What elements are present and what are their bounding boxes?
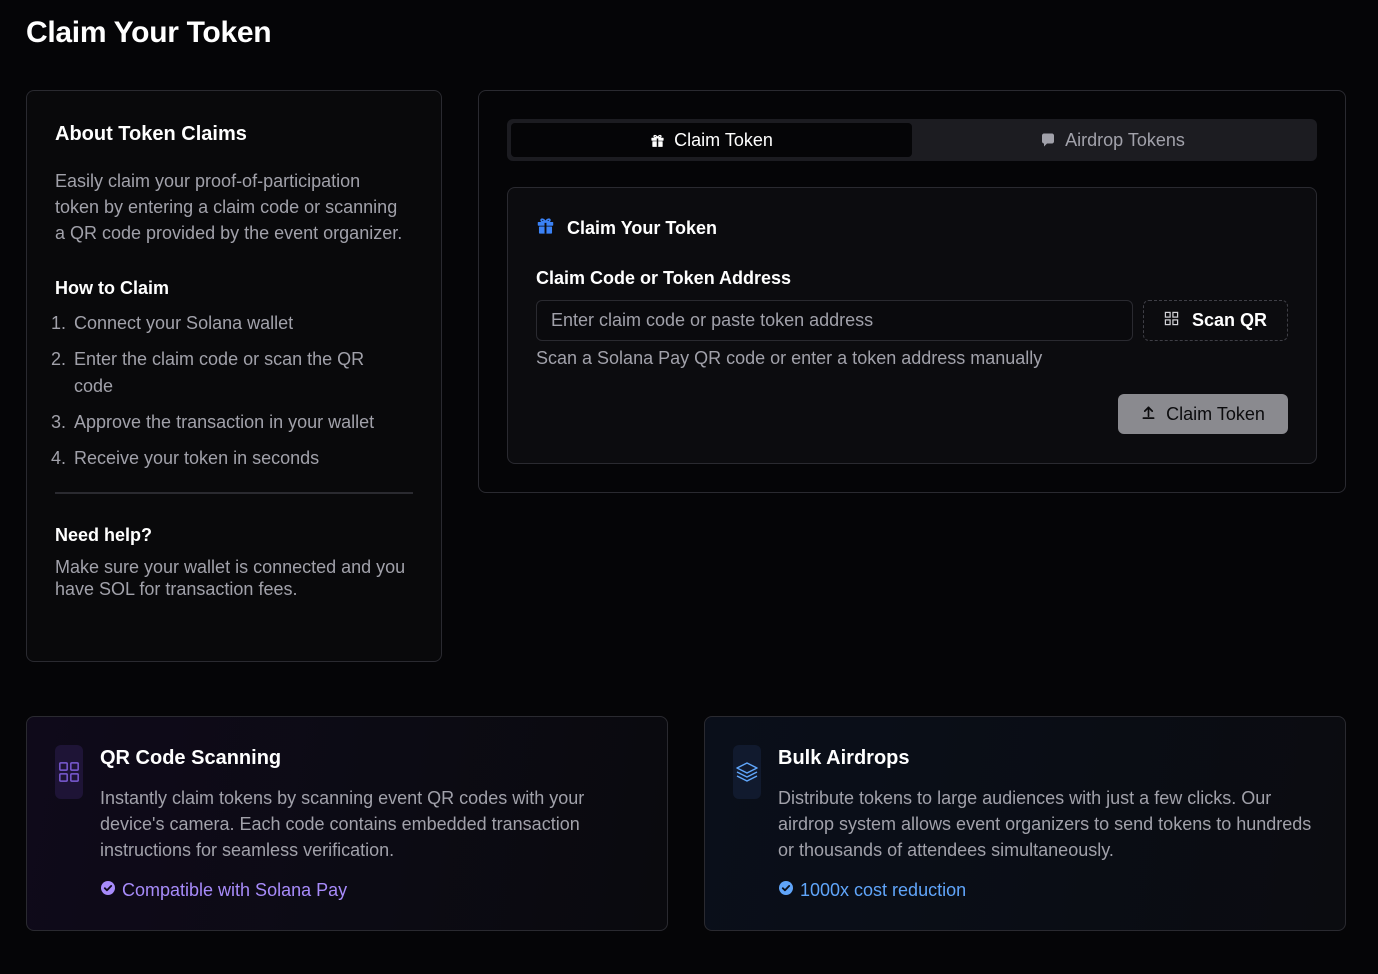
claim-panel: Claim Token Airdrop Tokens Claim Your To… — [478, 90, 1346, 493]
qr-grid-icon — [1164, 310, 1179, 331]
gift-icon — [536, 216, 555, 240]
claim-code-label: Claim Code or Token Address — [536, 268, 792, 288]
feature-title: QR Code Scanning — [100, 747, 282, 769]
step-number: 1. — [51, 313, 67, 333]
chat-bubble-icon — [1040, 132, 1056, 148]
claim-form-title: Claim Your Token — [567, 217, 718, 238]
step-number: 4. — [51, 448, 67, 468]
about-title: About Token Claims — [55, 123, 247, 145]
divider — [55, 492, 413, 494]
claim-token-button[interactable]: Claim Token — [1118, 394, 1288, 434]
claim-hint: Scan a Solana Pay QR code or enter a tok… — [536, 348, 1043, 368]
tab-label: Airdrop Tokens — [1065, 129, 1185, 150]
tab-airdrop-tokens[interactable]: Airdrop Tokens — [912, 123, 1313, 157]
scan-qr-label: Scan QR — [1191, 310, 1268, 330]
tab-label: Claim Token — [674, 129, 773, 150]
step-text: Connect your Solana wallet — [74, 313, 294, 333]
need-help-text: Make sure your wallet is connected and y… — [55, 556, 406, 599]
about-token-claims-card: About Token Claims Easily claim your pro… — [26, 90, 442, 662]
page-title: Claim Your Token — [26, 16, 272, 49]
step-text: Approve the transaction in your wallet — [74, 412, 375, 432]
claim-step: 1. Connect your Solana wallet — [51, 310, 413, 337]
claim-step: 2. Enter the claim code or scan the QR c… — [51, 346, 413, 400]
step-number: 3. — [51, 412, 67, 432]
how-to-claim-title: How to Claim — [55, 278, 170, 298]
layers-icon — [733, 745, 761, 799]
need-help-title: Need help? — [55, 524, 153, 545]
check-circle-icon — [778, 880, 794, 901]
feature-description: Instantly claim tokens by scanning event… — [100, 788, 585, 860]
step-text: Enter the claim code or scan the QR code — [74, 349, 365, 396]
feature-title: Bulk Airdrops — [778, 747, 910, 769]
gift-icon — [650, 133, 665, 148]
tab-claim-token[interactable]: Claim Token — [511, 123, 912, 157]
feature-badge-text: Compatible with Solana Pay — [122, 880, 348, 900]
feature-badge-text: 1000x cost reduction — [800, 880, 967, 900]
claim-form-card: Claim Your Token Claim Code or Token Add… — [507, 187, 1317, 464]
about-description: Easily claim your proof-of-participation… — [55, 171, 403, 243]
step-number: 2. — [51, 349, 67, 369]
qr-grid-icon — [55, 745, 83, 799]
claim-token-label: Claim Token — [1166, 403, 1265, 424]
upload-icon — [1141, 404, 1156, 425]
feature-description: Distribute tokens to large audiences wit… — [778, 788, 1312, 860]
claim-steps-list: 1. Connect your Solana wallet 2. Enter t… — [51, 310, 413, 472]
feature-badge: 1000x cost reduction — [778, 880, 966, 901]
claim-code-input[interactable] — [536, 300, 1133, 341]
step-text: Receive your token in seconds — [74, 448, 320, 468]
tab-list: Claim Token Airdrop Tokens — [507, 119, 1317, 161]
claim-form-header: Claim Your Token — [536, 216, 717, 240]
feature-card-bulk-airdrops: Bulk Airdrops Distribute tokens to large… — [704, 716, 1346, 931]
feature-card-qr-scanning: QR Code Scanning Instantly claim tokens … — [26, 716, 668, 931]
scan-qr-button[interactable]: Scan QR — [1143, 300, 1288, 341]
claim-step: 4. Receive your token in seconds — [51, 445, 413, 472]
claim-step: 3. Approve the transaction in your walle… — [51, 409, 413, 436]
feature-badge: Compatible with Solana Pay — [100, 880, 347, 901]
check-circle-icon — [100, 880, 116, 901]
